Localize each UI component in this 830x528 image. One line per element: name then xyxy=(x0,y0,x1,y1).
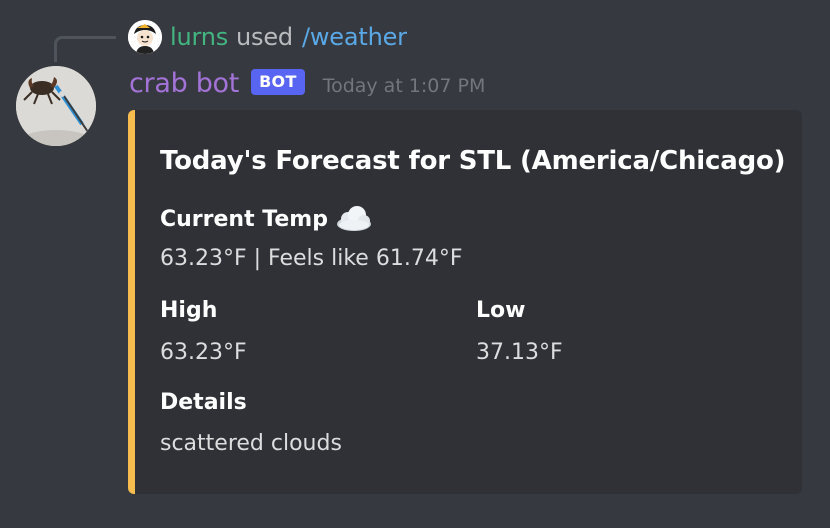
cartoon-avatar-icon xyxy=(128,20,162,54)
field-high-value: 63.23°F xyxy=(160,340,247,365)
cloud-icon xyxy=(334,204,374,234)
field-low-name: Low xyxy=(476,298,526,323)
field-current-temp-name: Current Temp xyxy=(160,204,374,234)
field-details-value: scattered clouds xyxy=(160,431,342,456)
reply-username[interactable]: lurns xyxy=(170,23,228,51)
message-timestamp[interactable]: Today at 1:07 PM xyxy=(323,75,486,97)
embed-accent-bar xyxy=(128,110,135,494)
bot-avatar[interactable] xyxy=(16,66,96,146)
weather-embed: Today's Forecast for STL (America/Chicag… xyxy=(128,110,802,494)
slash-command-link[interactable]: /weather xyxy=(302,23,407,51)
message-header: crab bot BOT Today at 1:07 PM xyxy=(129,62,485,104)
reply-user-avatar[interactable] xyxy=(128,20,162,54)
field-details-name: Details xyxy=(160,390,247,415)
field-current-temp-value: 63.23°F | Feels like 61.74°F xyxy=(160,246,463,271)
bot-username[interactable]: crab bot xyxy=(129,68,239,99)
field-high-name: High xyxy=(160,298,218,323)
bot-tag-badge: BOT xyxy=(251,69,305,95)
field-current-temp-label: Current Temp xyxy=(160,206,328,232)
crab-avatar-icon xyxy=(16,66,96,146)
field-low-value: 37.13°F xyxy=(476,340,563,365)
reply-connector xyxy=(54,36,116,62)
embed-title: Today's Forecast for STL (America/Chicag… xyxy=(160,146,786,176)
reply-used-text: used xyxy=(236,23,293,51)
reply-context: lurns used /weather xyxy=(170,18,407,56)
